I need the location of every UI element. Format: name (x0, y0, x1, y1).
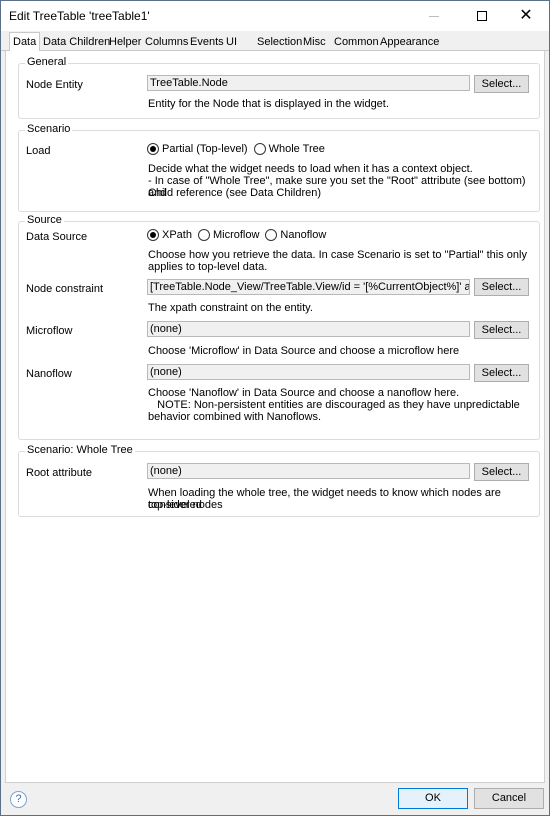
dialog-footer: ? OK Cancel (1, 783, 549, 815)
title-bar: Edit TreeTable 'treeTable1' ✕ (1, 1, 549, 31)
tab-helper[interactable]: Helper (109, 34, 141, 51)
radio-selected-icon (147, 143, 159, 155)
radio-unselected-icon (253, 143, 266, 155)
nanoflow-help-line-1: Choose 'Nanoflow' in Data Source and cho… (148, 387, 460, 399)
nanoflow-select-button[interactable]: Select... (474, 364, 529, 382)
node-entity-label: Node Entity (26, 79, 83, 91)
minimize-icon (429, 15, 439, 17)
node-constraint-select-button[interactable]: Select... (474, 278, 529, 296)
tab-misc[interactable]: Misc (303, 34, 326, 51)
maximize-button[interactable] (459, 1, 505, 31)
minimize-button[interactable] (411, 1, 457, 31)
radio-microflow[interactable]: Microflow (197, 229, 259, 241)
tab-strip: Data Data Children Helper Columns Events… (1, 31, 549, 52)
group-general: General (18, 56, 540, 119)
tab-content: General Node Entity TreeTable.Node Selec… (5, 51, 545, 783)
data-source-help-line-1: Choose how you retrieve the data. In cas… (148, 249, 527, 261)
microflow-help: Choose 'Microflow' in Data Source and ch… (148, 345, 460, 357)
root-attribute-select-button[interactable]: Select... (474, 463, 529, 481)
node-entity-help: Entity for the Node that is displayed in… (148, 98, 389, 110)
node-constraint-help: The xpath constraint on the entity. (148, 302, 313, 314)
data-source-help-line-2: applies to top-level data. (148, 261, 268, 273)
tab-columns[interactable]: Columns (145, 34, 188, 51)
load-help-line-3: Child reference (see Data Children) (148, 187, 322, 199)
window-title: Edit TreeTable 'treeTable1' (9, 9, 150, 23)
radio-partial[interactable]: Partial (Top-level) (147, 143, 248, 155)
data-source-radio-group: XPath Microflow Nanoflow (147, 227, 332, 243)
help-icon: ? (15, 793, 22, 805)
maximize-icon (477, 11, 487, 21)
cancel-button[interactable]: Cancel (474, 788, 544, 809)
tab-appearance[interactable]: Appearance (380, 34, 439, 51)
microflow-select-button[interactable]: Select... (474, 321, 529, 339)
radio-xpath[interactable]: XPath (147, 229, 192, 241)
radio-whole-tree[interactable]: Whole Tree (253, 143, 325, 155)
load-help-line-1: Decide what the widget needs to load whe… (148, 163, 473, 175)
radio-unselected-icon (197, 229, 210, 241)
group-title-scenario: Scenario (25, 123, 73, 135)
close-button[interactable]: ✕ (503, 1, 549, 31)
tab-selection[interactable]: Selection (257, 34, 302, 51)
help-button[interactable]: ? (10, 791, 27, 808)
node-constraint-field[interactable]: [TreeTable.Node_View/TreeTable.View/id =… (147, 279, 470, 295)
node-entity-select-button[interactable]: Select... (474, 75, 529, 93)
load-label: Load (26, 145, 51, 157)
radio-selected-icon (147, 229, 159, 241)
ok-button[interactable]: OK (398, 788, 468, 809)
dialog-window: Edit TreeTable 'treeTable1' ✕ Data Data … (0, 0, 550, 816)
root-attribute-help-line-2: top-level nodes (148, 499, 223, 511)
root-attribute-label: Root attribute (26, 467, 93, 479)
group-title-whole-tree: Scenario: Whole Tree (25, 444, 135, 456)
group-title-general: General (25, 56, 69, 68)
radio-nanoflow[interactable]: Nanoflow (265, 229, 326, 241)
nanoflow-help-line-3: behavior combined with Nanoflows. (148, 411, 322, 423)
tab-common[interactable]: Common (334, 34, 379, 51)
microflow-label: Microflow (26, 325, 73, 337)
tab-data[interactable]: Data (9, 32, 41, 52)
data-source-label: Data Source (26, 231, 88, 243)
tab-events[interactable]: Events (190, 34, 224, 51)
nanoflow-field[interactable]: (none) (147, 364, 470, 380)
microflow-field[interactable]: (none) (147, 321, 470, 337)
radio-unselected-icon (265, 229, 278, 241)
load-radio-group: Partial (Top-level) Whole Tree (147, 141, 331, 157)
node-entity-field[interactable]: TreeTable.Node (147, 75, 470, 91)
nanoflow-label: Nanoflow (26, 368, 72, 380)
group-title-source: Source (25, 214, 64, 226)
close-icon: ✕ (519, 7, 533, 24)
tab-data-children[interactable]: Data Children (43, 34, 110, 51)
root-attribute-field[interactable]: (none) (147, 463, 470, 479)
tab-ui[interactable]: UI (226, 34, 237, 51)
nanoflow-help-line-2: NOTE: Non-persistent entities are discou… (148, 399, 520, 411)
node-constraint-label: Node constraint (26, 283, 104, 295)
